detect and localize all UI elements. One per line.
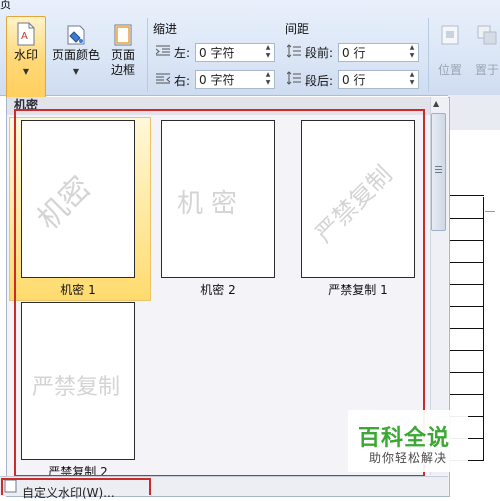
indent-left-value: 0 字符 [199, 46, 235, 60]
indent-left-label: 左: [174, 46, 191, 60]
spacing-before-value: 0 行 [342, 46, 366, 60]
page-color-label: 页面颜色 [51, 48, 100, 62]
page-color-button[interactable]: 页面颜色 ▼ [50, 24, 102, 79]
position-icon [441, 25, 459, 45]
svg-text:A: A [21, 31, 28, 42]
indent-right-label: 右: [174, 74, 191, 88]
position-label: 位置 [437, 63, 462, 77]
ribbon-divider [428, 18, 429, 92]
table-top-border [448, 195, 484, 196]
spin-arrows-icon[interactable]: ▲ ▼ [264, 71, 272, 87]
chevron-down-icon: ▼ [22, 67, 30, 76]
page-border-icon [114, 24, 132, 46]
spacing-after-label: 段后: [305, 74, 334, 88]
spin-arrows-icon[interactable]: ▲ ▼ [408, 71, 416, 87]
ribbon-divider [147, 18, 148, 92]
bring-forward-button[interactable]: 置于 [472, 24, 500, 78]
indent-right-icon [156, 73, 170, 84]
page-border-label-2: 边框 [110, 63, 135, 77]
table-corner-mark [485, 211, 495, 212]
chevron-down-icon: ▼ [72, 67, 80, 76]
site-logo-title: 百科全说 [358, 426, 451, 451]
indent-group-label: 缩进 [153, 22, 178, 36]
spin-arrows-icon[interactable]: ▲ ▼ [408, 44, 416, 60]
spin-arrows-icon[interactable]: ▲ ▼ [264, 44, 272, 60]
bring-forward-icon [477, 25, 497, 45]
spacing-before-spinner[interactable]: 0 行 ▲ ▼ [338, 43, 419, 62]
page-border-button[interactable]: 页面 边框 [106, 24, 140, 78]
watermark-button-content[interactable]: A 水印 ▼ [6, 22, 46, 79]
bring-forward-label: 置于 [474, 63, 499, 77]
site-logo-subtitle: 助你轻松解决 [369, 451, 448, 465]
spacing-after-spinner[interactable]: 0 行 ▲ ▼ [338, 70, 419, 89]
watermark-button-label: 水印 [13, 48, 38, 62]
indent-right-value: 0 字符 [199, 73, 235, 87]
position-button[interactable]: 位置 [432, 24, 468, 78]
indent-right-spinner[interactable]: 0 字符 ▲ ▼ [195, 70, 275, 89]
page-color-icon [67, 25, 85, 45]
indent-left-icon [156, 45, 170, 56]
scrollbar-thumb[interactable] [431, 113, 446, 231]
watermark-icon: A [17, 22, 35, 46]
ribbon-tab-fragment: 页 [0, 0, 11, 11]
spacing-group-label: 间距 [285, 22, 310, 36]
highlight-box-custom [1, 478, 151, 495]
spacing-after-value: 0 行 [342, 73, 366, 87]
spacing-after-icon [287, 71, 301, 85]
spacing-before-icon [287, 44, 301, 58]
spacing-before-label: 段前: [305, 46, 334, 60]
page-border-label-1: 页面 [110, 48, 135, 62]
scroll-up-icon[interactable]: ▲ [433, 99, 439, 108]
indent-left-spinner[interactable]: 0 字符 ▲ ▼ [195, 43, 275, 62]
